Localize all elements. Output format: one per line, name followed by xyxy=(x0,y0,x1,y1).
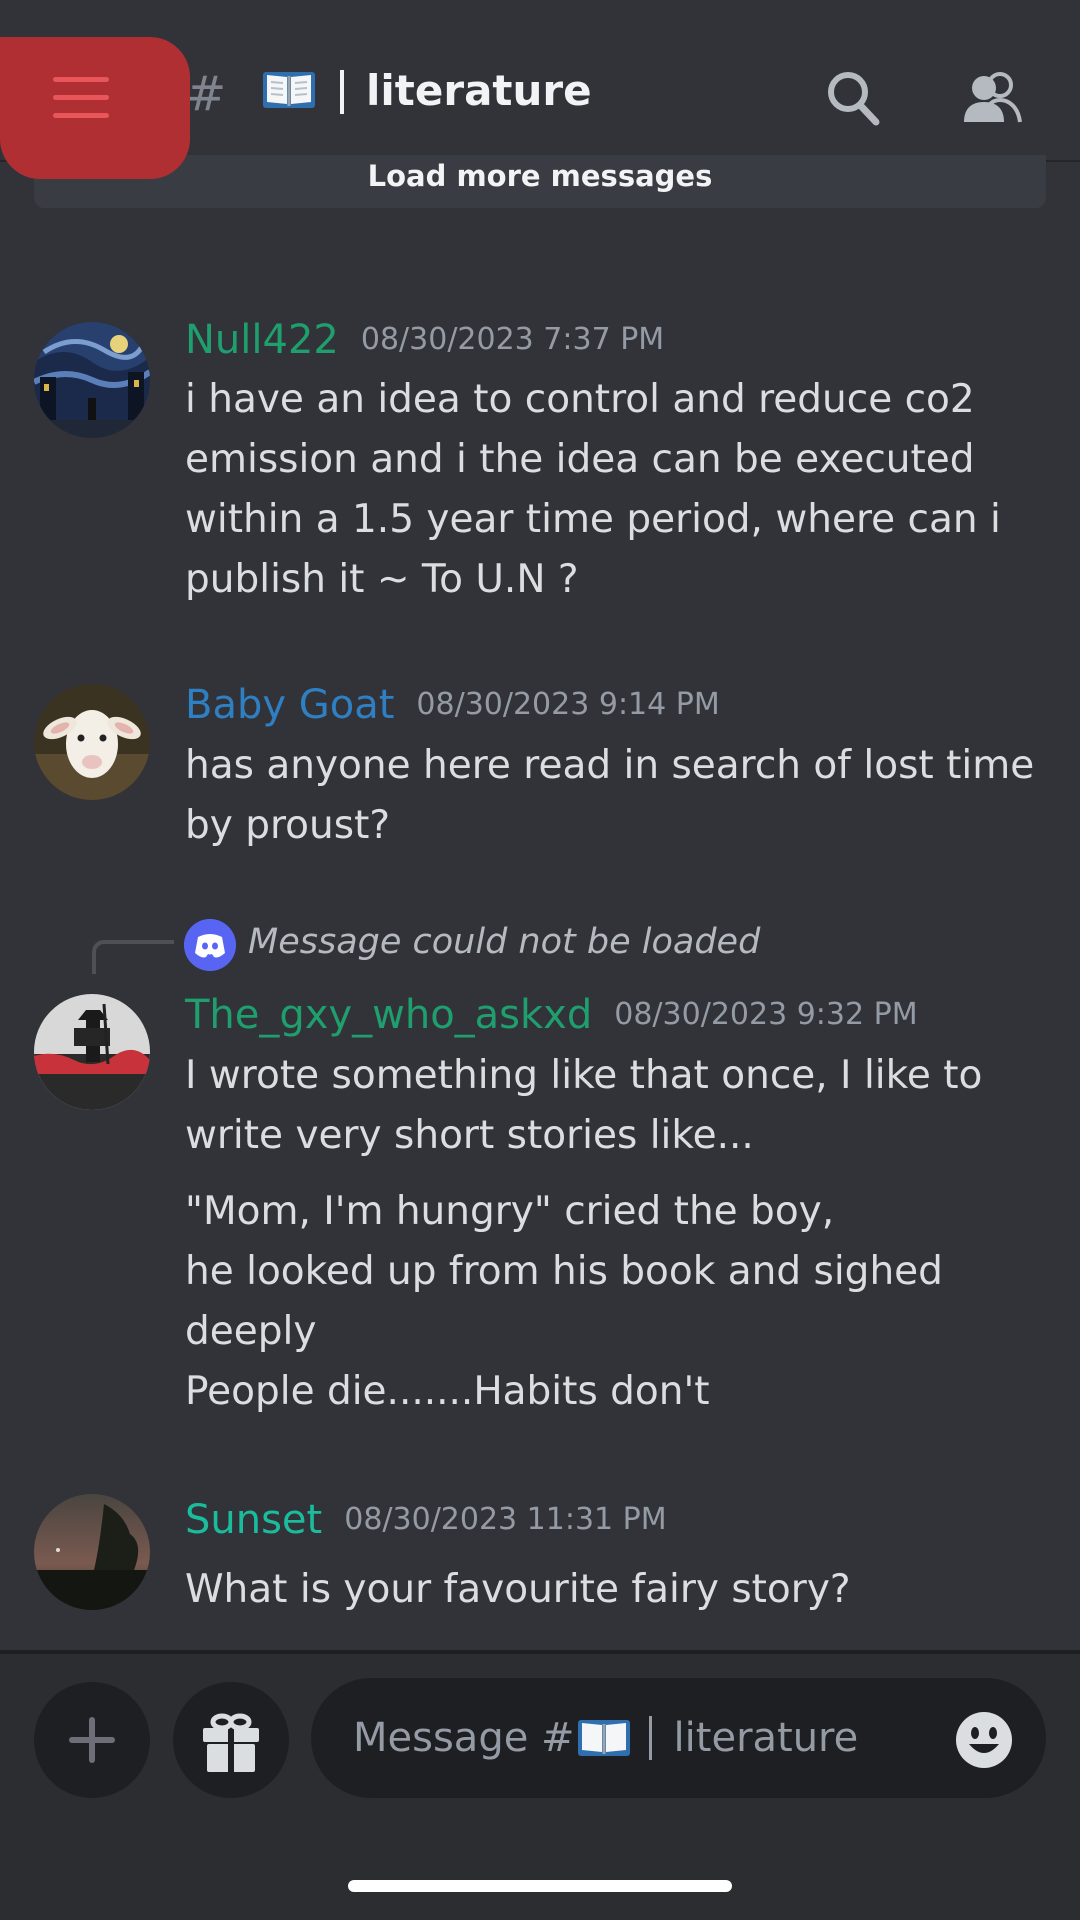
emoji-icon[interactable] xyxy=(954,1710,1014,1770)
menu-button[interactable] xyxy=(0,37,190,179)
members-icon[interactable] xyxy=(962,72,1024,124)
channel-hash: # xyxy=(186,66,227,122)
channel-name[interactable]: literature xyxy=(366,66,592,116)
channel-separator xyxy=(340,70,344,114)
author-name[interactable]: Sunset xyxy=(185,1497,322,1543)
reply-preview[interactable]: Message could not be loaded xyxy=(248,920,760,966)
timestamp: 08/30/2023 11:31 PM xyxy=(344,1502,667,1537)
attach-button[interactable] xyxy=(34,1682,150,1798)
message-input[interactable]: Message # literature xyxy=(311,1678,1046,1798)
timestamp: 08/30/2023 9:32 PM xyxy=(614,997,918,1032)
plus-icon xyxy=(69,1717,115,1763)
message-text-continued: "Mom, I'm hungry" cried the boy, he look… xyxy=(185,1189,943,1414)
author-name[interactable]: Null422 xyxy=(185,317,339,363)
author-name[interactable]: The_gxy_who_askxd xyxy=(185,992,592,1038)
discord-icon xyxy=(184,919,236,971)
message-header: The_gxy_who_askxd 08/30/2023 9:32 PM xyxy=(185,991,918,1039)
message-text: I wrote something like that once, I like… xyxy=(185,1053,983,1158)
message-header: Sunset 08/30/2023 11:31 PM xyxy=(185,1496,667,1544)
message-text: i have an idea to control and reduce co2… xyxy=(185,377,1001,602)
gift-button[interactable] xyxy=(173,1682,289,1798)
message-header: Null422 08/30/2023 7:37 PM xyxy=(185,316,664,364)
author-name[interactable]: Baby Goat xyxy=(185,682,394,728)
avatar[interactable] xyxy=(34,1494,150,1610)
home-indicator[interactable] xyxy=(348,1880,732,1892)
search-icon[interactable] xyxy=(826,70,880,126)
message-text: What is your favourite fairy story? xyxy=(185,1567,851,1612)
avatar[interactable] xyxy=(34,684,150,800)
book-icon xyxy=(263,72,315,108)
hamburger-menu-icon xyxy=(53,77,109,131)
reply-connector xyxy=(92,940,174,974)
avatar[interactable] xyxy=(34,994,150,1110)
timestamp: 08/30/2023 7:37 PM xyxy=(360,322,665,357)
gift-icon xyxy=(203,1713,259,1772)
load-more-messages-button[interactable]: Load more messages xyxy=(34,162,1046,208)
placeholder-channel: literature xyxy=(673,1715,859,1761)
load-more-label: Load more messages xyxy=(367,159,713,193)
timestamp: 08/30/2023 9:14 PM xyxy=(416,687,720,722)
placeholder-prefix: Message # xyxy=(353,1715,575,1761)
book-icon xyxy=(577,1720,630,1756)
message-header: Baby Goat 08/30/2023 9:14 PM xyxy=(185,681,720,729)
message-text: has anyone here read in search of lost t… xyxy=(185,743,1035,848)
avatar[interactable] xyxy=(34,322,150,438)
placeholder-separator xyxy=(648,1716,652,1760)
